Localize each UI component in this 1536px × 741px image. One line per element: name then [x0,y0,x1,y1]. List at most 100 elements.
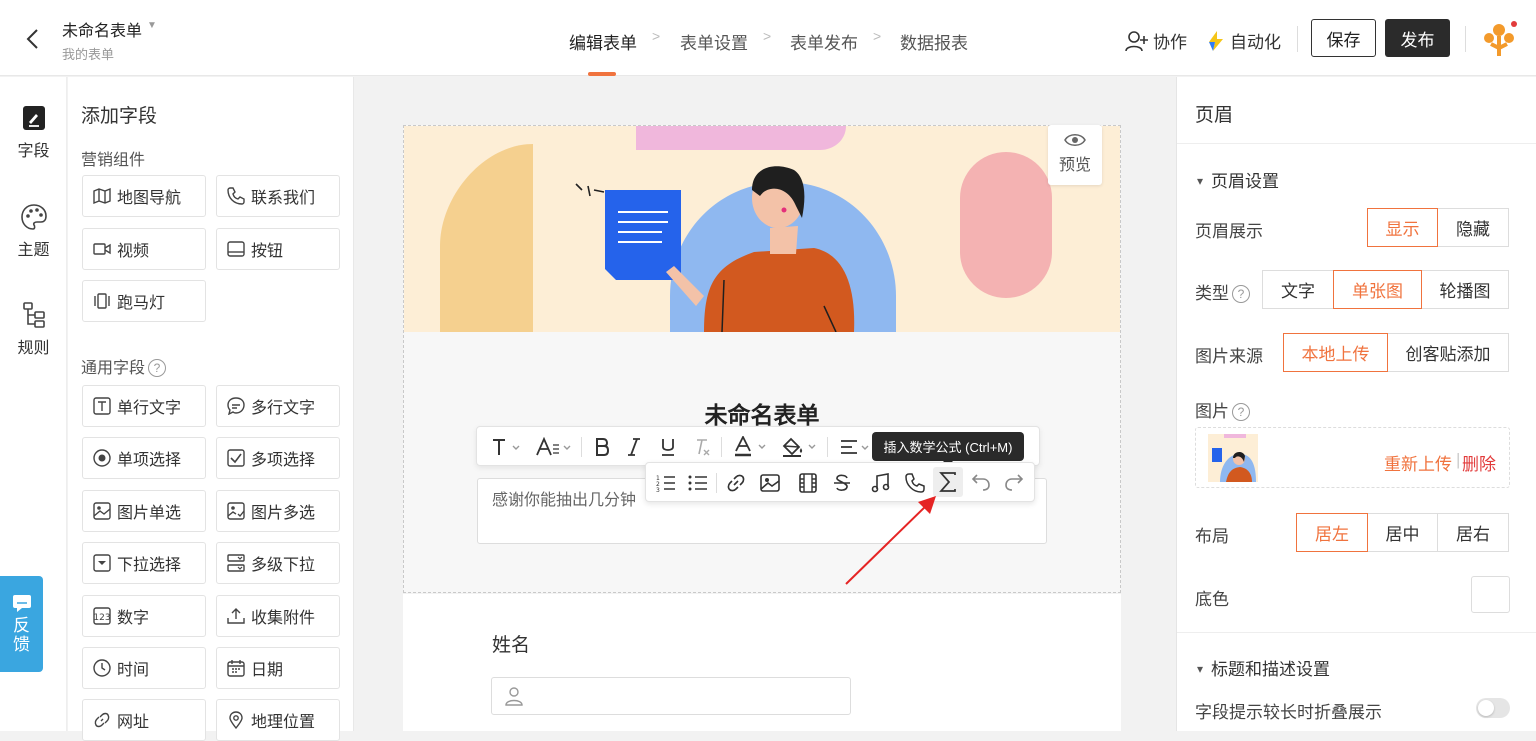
field-label: 网址 [117,714,150,731]
field-carousel[interactable]: 跑马灯 [82,280,206,322]
chevron-right-icon: > [652,28,661,44]
option-carousel[interactable]: 轮播图 [1421,270,1509,309]
link-icon [94,712,110,728]
undo-button[interactable] [970,471,992,493]
back-arrow-icon[interactable] [20,26,46,52]
field-label: 单项选择 [117,452,182,469]
option-text[interactable]: 文字 [1262,270,1334,309]
question-label[interactable]: 姓名 [492,630,530,657]
underline-button[interactable] [659,435,677,459]
flow-rules-icon [22,302,45,328]
field-image-single[interactable]: 图片单选 [82,490,206,532]
undo-icon [971,474,990,491]
help-icon[interactable]: ? [1232,403,1250,421]
reupload-link[interactable]: 重新上传 [1384,450,1452,475]
rail-item-rules[interactable]: 规则 [0,302,67,358]
link-separator: | [1456,450,1461,469]
font-color-dropdown[interactable] [733,435,769,459]
help-icon[interactable]: ? [148,359,167,377]
step-edit-form[interactable]: 编辑表单 [569,29,637,54]
field-multi-line[interactable]: 多行文字 [216,385,340,427]
header-display-toggle: 显示 隐藏 [1367,208,1509,247]
ordered-list-button[interactable]: 123 [656,471,676,495]
background-color-picker[interactable] [1471,576,1510,613]
automation-button[interactable]: 自动化 [1207,28,1281,53]
field-label: 地理位置 [251,714,316,731]
header-image-thumbnail [1208,434,1258,482]
caret-down-icon[interactable]: ▼ [147,20,157,31]
field-single-choice[interactable]: 单项选择 [82,437,206,479]
video-icon [93,243,111,255]
form-title-heading[interactable]: 未命名表单 [404,396,1120,430]
field-label: 收集附件 [251,610,316,627]
option-hide[interactable]: 隐藏 [1437,208,1509,247]
name-input[interactable] [491,677,851,715]
option-show[interactable]: 显示 [1367,208,1438,247]
help-icon[interactable]: ? [1232,285,1250,303]
divider [1465,26,1466,52]
field-video[interactable]: 视频 [82,228,206,270]
clear-format-button[interactable] [693,435,711,459]
svg-text:3: 3 [656,487,660,493]
field-map-navigation[interactable]: 地图导航 [82,175,206,217]
image-radio-icon [93,502,111,520]
collaborate-button[interactable]: 协作 [1125,28,1187,53]
background-color-dropdown[interactable] [781,435,819,459]
field-location[interactable]: 地理位置 [216,699,340,741]
option-align-right[interactable]: 居右 [1437,513,1509,552]
description-text[interactable]: 感谢你能抽出几分钟 [492,486,636,510]
italic-button[interactable] [625,435,643,459]
option-single-image[interactable]: 单张图 [1333,270,1422,309]
feedback-button[interactable]: 反馈 [0,576,43,672]
user-avatar[interactable] [1478,18,1520,60]
rail-item-fields[interactable]: 字段 [0,105,67,161]
paint-bucket-icon [782,437,816,457]
field-label: 图片单选 [117,505,182,522]
field-number[interactable]: 123 数字 [82,595,206,637]
collapse-hint-toggle[interactable] [1476,698,1510,718]
font-size-dropdown[interactable] [491,435,521,459]
redo-button[interactable] [1003,471,1025,493]
option-align-center[interactable]: 居中 [1367,513,1438,552]
preview-button[interactable]: 预览 [1048,125,1102,185]
text-field-icon [93,397,111,415]
field-url[interactable]: 网址 [82,699,206,741]
bold-button[interactable] [593,435,611,459]
delete-image-link[interactable]: 删除 [1462,450,1496,475]
option-align-left[interactable]: 居左 [1296,513,1368,552]
insert-video-button[interactable] [798,471,818,495]
section-header-settings[interactable]: 页眉设置 [1197,167,1279,192]
palette-icon [20,204,47,230]
field-single-line[interactable]: 单行文字 [82,385,206,427]
panel-title: 添加字段 [81,106,158,127]
align-dropdown[interactable] [839,435,873,459]
bullet-list-button[interactable] [688,471,708,495]
section-header-title-desc[interactable]: 标题和描述设置 [1197,655,1330,680]
rail-item-theme[interactable]: 主题 [0,204,67,260]
step-form-settings[interactable]: 表单设置 [680,29,748,54]
music-note-icon [871,473,890,493]
publish-button[interactable]: 发布 [1385,19,1450,57]
field-image-multi[interactable]: 图片多选 [216,490,340,532]
field-dropdown[interactable]: 下拉选择 [82,542,206,584]
calendar-icon [227,660,245,677]
field-date[interactable]: 日期 [216,647,340,689]
insert-link-button[interactable] [726,471,746,495]
field-button[interactable]: 按钮 [216,228,340,270]
field-cascade-dropdown[interactable]: 多级下拉 [216,542,340,584]
form-folder: 我的表单 [62,47,115,62]
field-time[interactable]: 时间 [82,647,206,689]
form-name[interactable]: 未命名表单 [62,17,142,41]
field-contact-us[interactable]: 联系我们 [216,175,340,217]
step-form-publish[interactable]: 表单发布 [790,29,858,54]
field-multi-choice[interactable]: 多项选择 [216,437,340,479]
line-height-dropdown[interactable] [535,435,573,459]
field-attachment[interactable]: 收集附件 [216,595,340,637]
field-label: 按钮 [251,243,284,260]
automation-icon [1209,30,1223,51]
insert-image-button[interactable] [760,471,780,495]
option-chuangkit[interactable]: 创客贴添加 [1387,333,1509,372]
save-button[interactable]: 保存 [1311,19,1376,57]
option-local-upload[interactable]: 本地上传 [1283,333,1388,372]
step-data-report[interactable]: 数据报表 [900,29,968,54]
